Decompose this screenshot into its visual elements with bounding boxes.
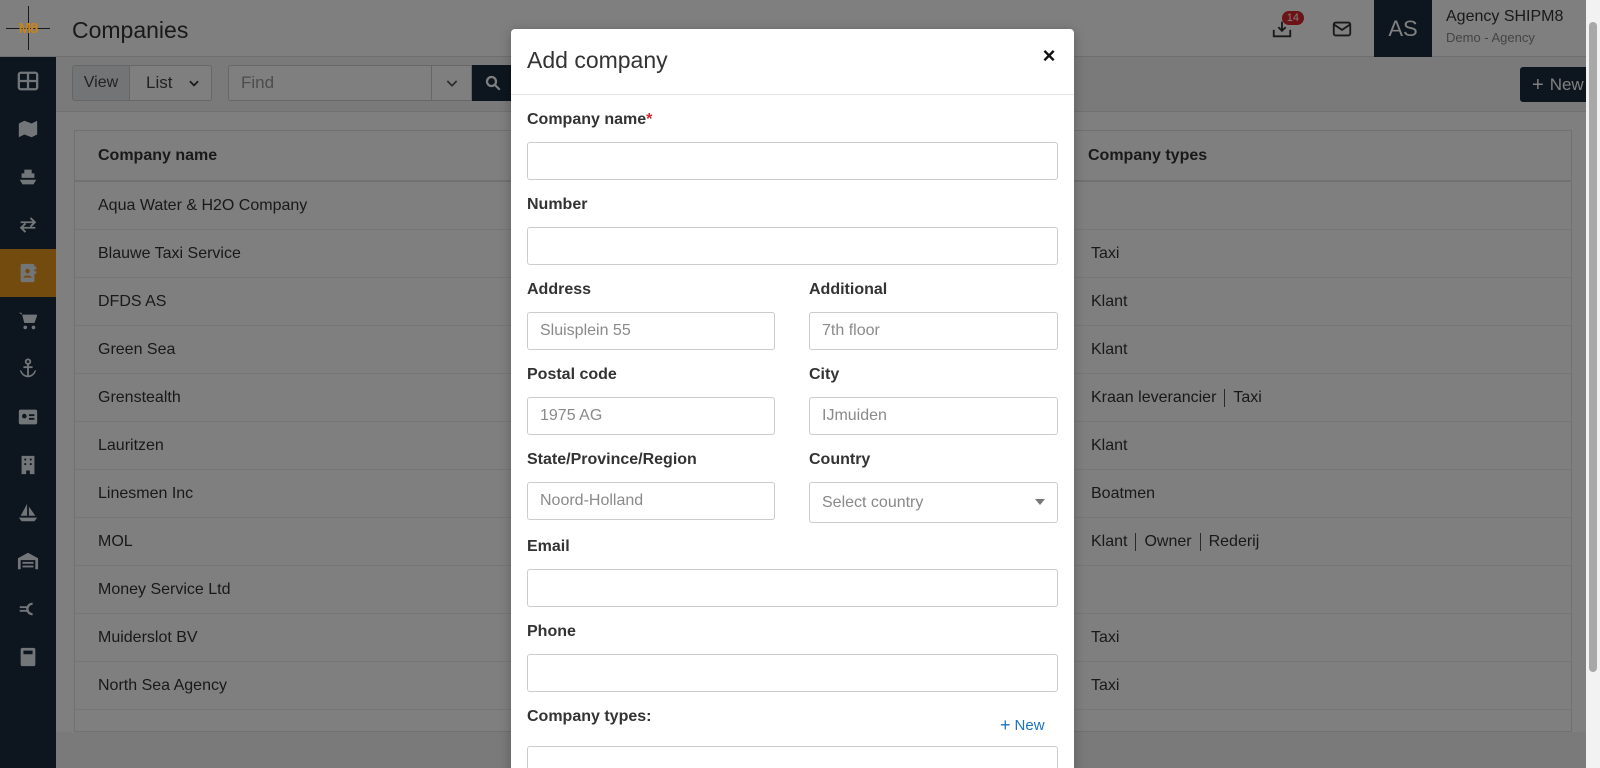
additional-input[interactable] — [809, 312, 1058, 350]
required-marker: * — [646, 111, 653, 128]
city-field[interactable] — [822, 407, 1057, 425]
company-name-label: Company name* — [527, 111, 652, 129]
phone-input[interactable] — [527, 654, 1058, 692]
postal-code-input[interactable] — [527, 397, 775, 435]
phone-field[interactable] — [540, 664, 1057, 682]
add-company-dialog: Add company × Company name* Number Addre… — [511, 29, 1074, 768]
company-name-input[interactable] — [527, 142, 1058, 180]
dialog-header: Add company × — [511, 29, 1074, 95]
logo-text: M8 — [18, 19, 39, 37]
country-placeholder: Select country — [822, 493, 924, 511]
add-company-type-link[interactable]: + New — [1000, 716, 1045, 734]
state-label: State/Province/Region — [527, 451, 697, 468]
country-label: Country — [809, 451, 871, 468]
number-label: Number — [527, 196, 588, 213]
additional-field[interactable] — [822, 322, 1057, 340]
email-input[interactable] — [527, 569, 1058, 607]
phone-label: Phone — [527, 623, 576, 640]
email-label: Email — [527, 538, 570, 555]
page-scrollbar-thumb[interactable] — [1589, 22, 1597, 672]
address-field[interactable] — [540, 322, 774, 340]
number-field[interactable] — [540, 237, 1057, 255]
company-name-field[interactable] — [540, 152, 1057, 170]
company-types-label: Company types: — [527, 708, 652, 725]
company-types-select[interactable] — [527, 746, 1058, 768]
country-select[interactable]: Select country — [809, 482, 1058, 523]
address-label: Address — [527, 281, 592, 298]
company-name-label-text: Company name — [527, 111, 647, 128]
additional-label: Additional — [809, 281, 888, 298]
postal-code-label: Postal code — [527, 366, 617, 383]
dialog-title: Add company — [527, 47, 668, 73]
address-input[interactable] — [527, 312, 775, 350]
plus-icon: + — [1000, 715, 1011, 735]
city-input[interactable] — [809, 397, 1058, 435]
state-input[interactable] — [527, 482, 775, 520]
email-field[interactable] — [540, 579, 1057, 597]
postal-code-field[interactable] — [540, 407, 774, 425]
close-icon[interactable]: × — [1038, 43, 1060, 68]
add-company-type-label: New — [1014, 716, 1045, 734]
caret-down-icon — [1035, 499, 1045, 505]
page-scrollbar[interactable] — [1586, 0, 1600, 768]
city-label: City — [809, 366, 840, 383]
state-field[interactable] — [540, 492, 774, 510]
number-input[interactable] — [527, 227, 1058, 265]
